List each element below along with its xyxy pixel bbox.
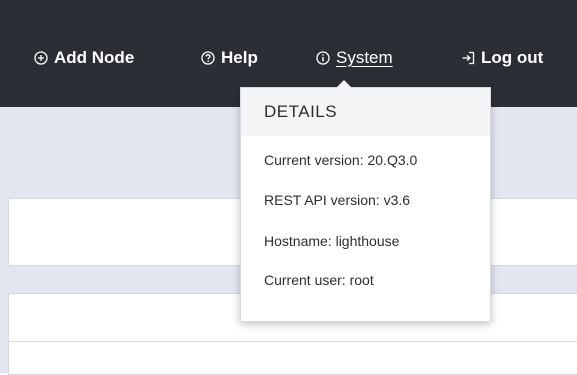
plus-circle-icon <box>34 51 48 65</box>
help-label: Help <box>221 48 258 67</box>
logout-icon <box>461 51 475 65</box>
current-user-text: Current user: root <box>264 272 374 288</box>
popover-arrow <box>336 80 352 88</box>
hostname-text: Hostname: lighthouse <box>264 233 400 249</box>
logout-button[interactable]: Log out <box>461 48 543 68</box>
system-label: System <box>336 48 393 67</box>
current-version-text: Current version: 20.Q3.0 <box>264 152 418 168</box>
help-button[interactable]: Help <box>201 48 258 68</box>
panel-divider <box>9 341 577 342</box>
system-menu-button[interactable]: System <box>316 48 393 68</box>
system-details-popover: DETAILS Current version: 20.Q3.0 REST AP… <box>240 80 491 322</box>
logout-label: Log out <box>481 48 544 67</box>
info-circle-icon <box>316 51 330 65</box>
add-node-button[interactable]: Add Node <box>34 48 134 68</box>
add-node-label: Add Node <box>54 48 135 67</box>
popover-title: DETAILS <box>241 88 490 136</box>
question-circle-icon <box>201 51 215 65</box>
rest-api-version-text: REST API version: v3.6 <box>264 192 411 208</box>
